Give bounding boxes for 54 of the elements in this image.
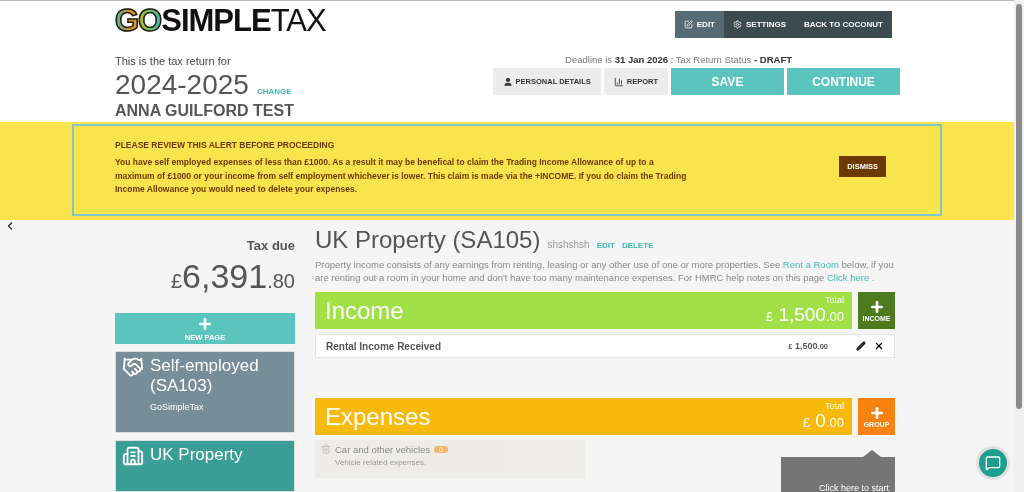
page-card-subtitle: GoSimpleTax bbox=[150, 402, 205, 413]
handshake-icon bbox=[122, 356, 144, 379]
entry-label: Rental Income Received bbox=[326, 340, 443, 352]
plus-icon bbox=[868, 405, 885, 421]
nav-item[interactable]: SETTINGS bbox=[724, 11, 796, 38]
tax-due-amount: £6,391.80 bbox=[170, 257, 295, 296]
total-label: Total bbox=[825, 294, 844, 305]
plus-icon bbox=[197, 315, 213, 332]
intro-text: This is the tax return for bbox=[115, 55, 232, 67]
nav-item[interactable]: EDIT bbox=[674, 11, 724, 38]
page-card[interactable]: UK Property bbox=[115, 440, 295, 492]
bar-chart-icon bbox=[613, 76, 624, 87]
edit-button[interactable] bbox=[856, 341, 866, 351]
page-card-title: UK Property bbox=[150, 445, 243, 466]
deadline-status: Deadline is 31 Jan 2026 : Tax Return Status - DRAFT bbox=[565, 54, 792, 65]
close-icon bbox=[874, 341, 884, 351]
change-link[interactable]: CHANGE bbox=[256, 87, 292, 96]
group-subtitle: Vehicle related expenses. bbox=[335, 458, 428, 467]
trash-icon bbox=[321, 444, 331, 454]
delete-button[interactable] bbox=[874, 341, 884, 351]
page-description: Property income consists of any earnings from renting, leasing or any other use of one or more properties. See Rent a Room below, if you are renting out a room in your home and don't have too many maintenance expenses. For HMRC help notes on this page Click here . bbox=[315, 258, 895, 284]
help-link[interactable]: Click here bbox=[826, 272, 870, 283]
alert-message: You have self employed expenses of less than £1000. As a result it may be benefical to claim the Trading Income Allowance of up to a maximum of £1000 or your income from self employment whichever is lower. This claim is made via the +INCOME. If you do claim the Trading Income Allowance you would need to delete your expenses. bbox=[115, 156, 688, 196]
scrollbar[interactable] bbox=[1014, 0, 1024, 492]
section-title: Expenses bbox=[325, 402, 431, 431]
gear-icon bbox=[733, 20, 742, 29]
person-icon bbox=[502, 76, 513, 87]
section-title: Income bbox=[325, 296, 404, 325]
total-amount: £ 1,500.00 bbox=[765, 304, 844, 327]
building-icon bbox=[122, 445, 144, 468]
page-title: UK Property (SA105) bbox=[315, 226, 541, 254]
total-amount: £ 0.00 bbox=[802, 410, 844, 433]
help-link[interactable]: Rent a Room bbox=[782, 259, 839, 270]
total-label: Total bbox=[825, 400, 844, 411]
tax-due-label: Tax due bbox=[246, 238, 295, 253]
alert-title: PLEASE REVIEW THIS ALERT BEFORE PROCEEDING bbox=[115, 140, 336, 150]
pencil-icon bbox=[856, 341, 866, 351]
page-card-title: Self-employed (SA103) bbox=[150, 356, 260, 397]
chat-icon bbox=[985, 455, 1001, 471]
group-title: Car and other vehicles bbox=[335, 444, 431, 455]
page-card[interactable]: Self-employed (SA103) GoSimpleTax bbox=[115, 351, 295, 434]
page-nickname: shshshsh bbox=[547, 239, 590, 250]
nav-item[interactable]: BACK TO COCONUT bbox=[795, 11, 892, 38]
logo[interactable]: GOSIMPLETAX bbox=[115, 5, 485, 37]
action-button[interactable]: CONTINUE bbox=[787, 68, 900, 95]
tax-year: 2024-2025 bbox=[115, 69, 249, 101]
chat-button[interactable] bbox=[976, 446, 1010, 480]
plus-icon bbox=[868, 299, 885, 315]
delete-link[interactable]: DELETE bbox=[621, 241, 654, 250]
taxpayer-name: ANNA GUILFORD TEST bbox=[115, 102, 295, 120]
edit-link[interactable]: EDIT bbox=[596, 241, 615, 250]
action-button[interactable]: SAVE bbox=[671, 68, 784, 95]
edit-icon bbox=[683, 20, 693, 29]
tooltip-text: Click here to start bbox=[818, 483, 889, 492]
